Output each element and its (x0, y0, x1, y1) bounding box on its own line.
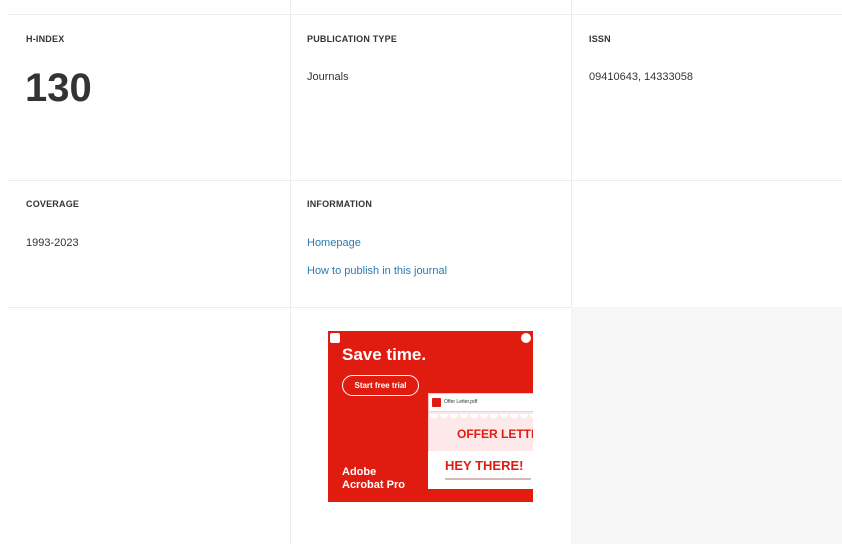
coverage-label: COVERAGE (26, 199, 80, 209)
offer-letter-text: OFFER LETTE (457, 427, 533, 441)
empty-cell (571, 307, 842, 544)
h-index-label: H-INDEX (26, 34, 65, 44)
publication-type-label: PUBLICATION TYPE (307, 34, 398, 44)
ad-info-icon[interactable] (521, 333, 531, 343)
publication-type-value: Journals (307, 71, 349, 83)
h-index-value: 130 (25, 66, 92, 110)
issn-value: 09410643, 14333058 (589, 71, 693, 83)
information-label: INFORMATION (307, 199, 373, 209)
doc-filename: Offer Letter.pdf (444, 399, 478, 405)
ad-brand-line1: Adobe (342, 466, 377, 478)
adchoices-icon[interactable] (330, 333, 340, 343)
ad-headline: Save time. (342, 345, 427, 364)
divider (290, 0, 291, 544)
divider (8, 180, 842, 181)
fine-print (445, 478, 531, 480)
coverage-value: 1993-2023 (26, 237, 79, 249)
ad-brand-line2: Acrobat Pro (342, 479, 405, 491)
seal-icon: ✿ (405, 413, 413, 423)
start-free-trial-button[interactable]: Start free trial (342, 375, 419, 396)
issn-label: ISSN (589, 34, 611, 44)
how-to-publish-link[interactable]: How to publish in this journal (307, 265, 447, 277)
hey-there-text: HEY THERE! (445, 458, 524, 473)
pdf-icon (432, 398, 441, 407)
awning-decoration (429, 414, 533, 422)
homepage-link[interactable]: Homepage (307, 237, 361, 249)
divider (8, 14, 842, 15)
advertisement-banner[interactable]: Save time. Start free trial Offer Letter… (328, 331, 533, 502)
